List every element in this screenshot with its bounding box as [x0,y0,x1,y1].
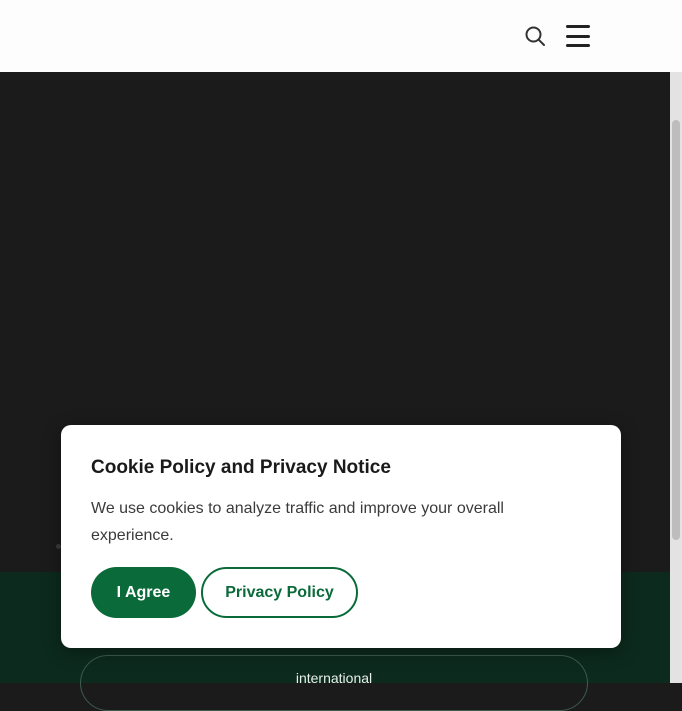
search-icon [525,26,545,46]
dialog-title: Cookie Policy and Privacy Notice [91,457,391,478]
search-button[interactable] [522,23,548,49]
menu-button[interactable] [562,22,594,50]
hamburger-menu-icon [566,25,590,28]
agree-button[interactable]: I Agree [91,567,196,618]
international-button[interactable]: international [80,655,588,711]
cookie-consent-dialog: Cookie Policy and Privacy Notice We use … [61,425,621,648]
hamburger-menu-icon [566,34,590,38]
hamburger-menu-icon [566,44,590,47]
dialog-message: We use cookies to analyze traffic and im… [91,500,504,544]
privacy-policy-button[interactable]: Privacy Policy [201,567,358,618]
site-header [0,0,682,72]
scrollbar-thumb[interactable] [672,120,680,540]
